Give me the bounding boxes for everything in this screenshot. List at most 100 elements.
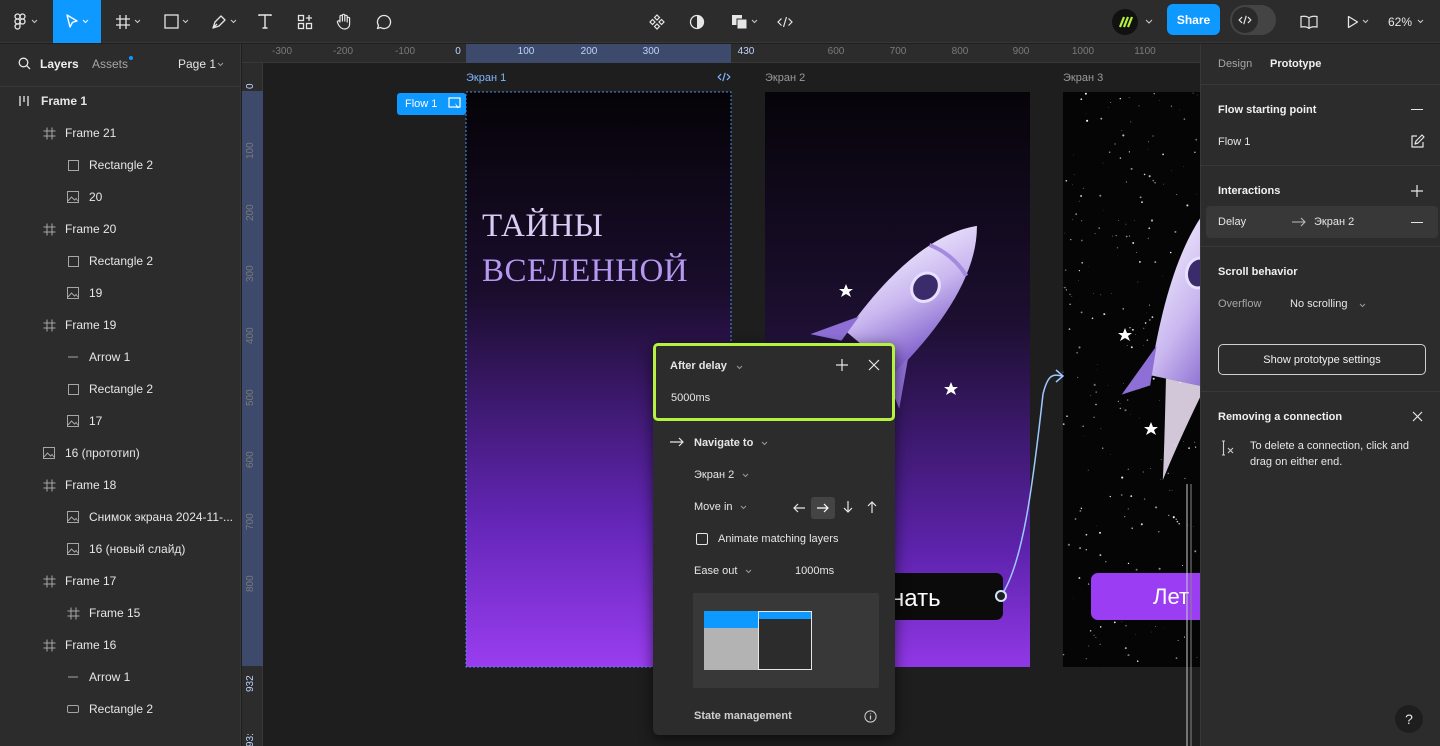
text-tool-button[interactable] [252, 0, 278, 43]
ruler-tick: -300 [271, 46, 293, 57]
frame-label-screen-3[interactable]: Экран 3 [1063, 72, 1103, 84]
minus-icon[interactable] [1411, 222, 1423, 223]
layer-row[interactable]: Снимок экрана 2024-11-... [0, 501, 240, 533]
layer-name: Frame 15 [89, 606, 141, 620]
layer-row[interactable]: 17 [0, 405, 240, 437]
star [1196, 657, 1198, 659]
pen-tool-button[interactable] [204, 0, 244, 43]
ruler-tick: 900 [1012, 46, 1030, 57]
move-tool-button[interactable] [53, 0, 101, 43]
contrast-button[interactable] [685, 0, 709, 43]
close-icon[interactable] [1412, 411, 1423, 422]
add-icon[interactable] [836, 359, 848, 371]
layer-row[interactable]: Rectangle 2 [0, 149, 240, 181]
star [1143, 345, 1144, 346]
star [1108, 107, 1109, 109]
state-management-label: State management [694, 710, 792, 722]
star [1072, 219, 1074, 220]
layer-row[interactable]: Rectangle 2 [0, 245, 240, 277]
avatar-dropdown[interactable] [1141, 0, 1157, 43]
destination-dropdown[interactable]: Экран 2 [694, 469, 734, 481]
star [1169, 251, 1172, 254]
layer-row[interactable]: Frame 21 [0, 117, 240, 149]
dev-mode-toggle[interactable] [1230, 5, 1276, 35]
flow-badge[interactable]: Flow 1 [397, 93, 466, 115]
frame-tool-button[interactable] [108, 0, 148, 43]
share-button[interactable]: Share [1167, 4, 1220, 35]
flow-name[interactable]: Flow 1 [1218, 136, 1250, 148]
component-tool-button[interactable] [645, 0, 669, 43]
present-button[interactable] [1340, 0, 1376, 43]
minus-icon[interactable] [1411, 109, 1423, 110]
layer-row[interactable]: 16 (новый слайд) [0, 533, 240, 565]
overflow-dropdown[interactable]: No scrolling [1290, 298, 1347, 310]
duration-input[interactable]: 1000ms [795, 565, 834, 577]
frame-label-screen-2[interactable]: Экран 2 [765, 72, 805, 84]
layer-name: 20 [89, 190, 103, 204]
star [1093, 293, 1094, 294]
interaction-row[interactable]: Delay Экран 2 [1206, 206, 1438, 238]
star [1119, 157, 1122, 159]
zoom-dropdown[interactable]: 62% [1388, 0, 1424, 43]
layer-row[interactable]: Arrow 1 [0, 341, 240, 373]
layer-row[interactable]: 19 [0, 277, 240, 309]
tab-layers[interactable]: Layers [40, 57, 79, 71]
boolean-tool-button[interactable] [726, 0, 762, 43]
layer-row[interactable]: Frame 18 [0, 469, 240, 501]
tab-assets[interactable]: Assets [92, 57, 128, 71]
hand-tool-button[interactable] [331, 0, 357, 43]
avatar[interactable] [1111, 0, 1139, 43]
comment-tool-button[interactable] [371, 0, 397, 43]
arrow-up-icon[interactable] [867, 501, 877, 513]
layer-row[interactable]: Arrow 1 [0, 661, 240, 693]
layer-row[interactable]: Frame 1 [0, 85, 240, 117]
layer-name: Frame 1 [41, 94, 88, 108]
star [1196, 94, 1198, 96]
layer-row[interactable]: Frame 17 [0, 565, 240, 597]
star [1159, 400, 1160, 401]
library-button[interactable] [1297, 0, 1321, 43]
animation-dropdown[interactable]: Move in [694, 501, 733, 513]
help-button[interactable]: ? [1395, 705, 1423, 733]
star [1135, 251, 1138, 253]
arrow-right-icon[interactable] [811, 497, 835, 519]
delay-input[interactable]: 5000ms [671, 392, 710, 404]
layer-row[interactable]: Rectangle 2 [0, 373, 240, 405]
add-icon[interactable] [1411, 185, 1423, 197]
main-menu-button[interactable] [0, 0, 52, 43]
layer-row[interactable]: Frame 20 [0, 213, 240, 245]
arrow-left-icon[interactable] [793, 503, 805, 513]
tab-prototype[interactable]: Prototype [1270, 58, 1321, 70]
tab-design[interactable]: Design [1218, 58, 1252, 70]
layer-row[interactable]: Frame 19 [0, 309, 240, 341]
layer-row[interactable]: Frame 15 [0, 597, 240, 629]
code-button[interactable] [774, 0, 796, 43]
star [1123, 382, 1124, 384]
book-icon [1300, 15, 1318, 29]
page-selector[interactable]: Page 1 [178, 57, 216, 71]
layer-row[interactable]: Rectangle 2 [0, 693, 240, 725]
trigger-dropdown[interactable]: After delay [670, 360, 727, 372]
easing-dropdown[interactable]: Ease out [694, 565, 737, 577]
show-prototype-settings-button[interactable]: Show prototype settings [1218, 344, 1426, 375]
close-icon[interactable] [868, 359, 880, 371]
star [1130, 121, 1132, 123]
ruler-tick: 300 [245, 265, 256, 282]
shape-tool-button[interactable] [156, 0, 196, 43]
layer-row[interactable]: 20 [0, 181, 240, 213]
arrow-down-icon[interactable] [843, 501, 853, 513]
search-icon[interactable] [18, 57, 31, 70]
star [1072, 184, 1073, 186]
resources-button[interactable] [292, 0, 318, 43]
action-dropdown[interactable]: Navigate to [694, 437, 753, 449]
info-icon[interactable] [864, 710, 877, 723]
star [1065, 287, 1067, 288]
edit-icon[interactable] [1410, 134, 1425, 149]
frame-label-screen-1[interactable]: Экран 1 [466, 72, 506, 84]
ruler-tick: 700 [889, 46, 907, 57]
layer-row[interactable]: 16 (прототип) [0, 437, 240, 469]
star [1095, 637, 1097, 638]
animate-matching-checkbox[interactable] [696, 533, 708, 545]
star [1120, 494, 1123, 496]
layer-row[interactable]: Frame 16 [0, 629, 240, 661]
